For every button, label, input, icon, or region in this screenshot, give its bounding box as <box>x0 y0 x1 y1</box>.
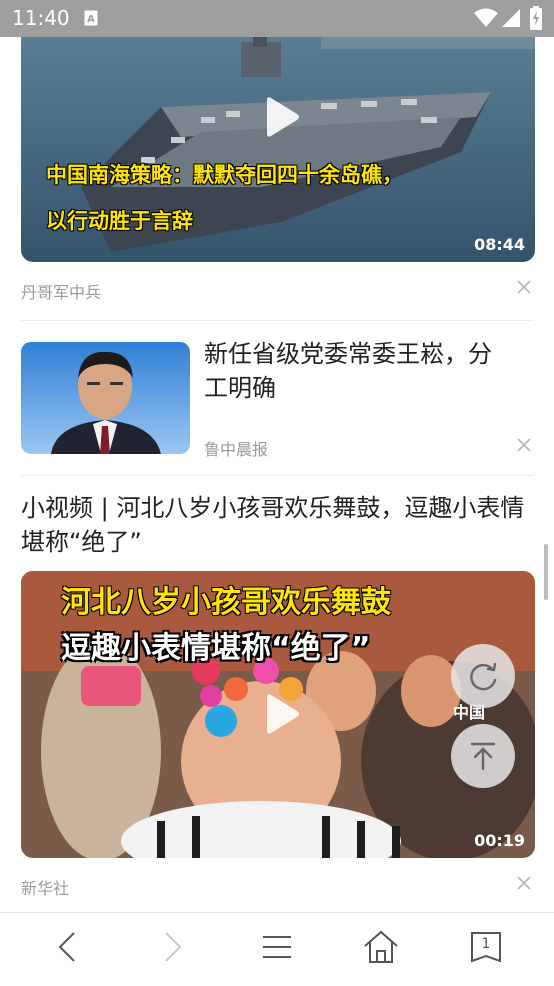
home-icon[interactable] <box>361 927 401 967</box>
back-to-top-button[interactable] <box>451 724 515 788</box>
back-to-top-icon <box>470 742 496 771</box>
menu-icon[interactable] <box>257 927 297 967</box>
forward-icon[interactable] <box>152 927 192 967</box>
tab-count: 1 <box>481 936 491 952</box>
video-title[interactable]: 小视频 | 河北八岁小孩哥欢乐舞鼓，逗趣小表情堪称“绝了” <box>21 491 531 559</box>
source-label: 丹哥军中兵 <box>21 283 102 302</box>
scrollbar-thumb[interactable] <box>544 544 548 600</box>
video-overlay-line-2: 以行动胜于言辞 <box>46 209 193 233</box>
play-icon[interactable] <box>253 92 303 142</box>
video-card-drum[interactable]: 河北八岁小孩哥欢乐舞鼓 逗趣小表情堪称“绝了” 中国 00:19 <box>21 571 535 858</box>
signal-icon <box>502 9 520 27</box>
video-duration: 00:19 <box>474 831 525 850</box>
close-icon[interactable] <box>517 438 531 452</box>
play-icon[interactable] <box>253 689 303 739</box>
video-card-carrier[interactable]: 中国南海策略：默默夺回四十余岛礁， 以行动胜于言辞 08:44 <box>21 37 535 262</box>
divider <box>21 475 534 476</box>
source-label: 鲁中晨报 <box>204 440 269 459</box>
portrait-image <box>21 342 190 454</box>
video-overlay-line-2: 逗趣小表情堪称“绝了” <box>61 631 371 666</box>
article-title[interactable]: 新任省级党委常委王崧，分工明确 <box>204 337 504 405</box>
video-overlay-line-1: 河北八岁小孩哥欢乐舞鼓 <box>61 585 391 620</box>
wifi-icon <box>474 8 498 27</box>
bottom-navigation: 1 <box>0 912 554 986</box>
tabs-button[interactable]: 1 <box>466 927 506 967</box>
video-overlay-line-1: 中国南海策略：默默夺回四十余岛礁， <box>46 163 403 187</box>
source-label: 新华社 <box>21 879 70 898</box>
article-thumbnail[interactable] <box>21 342 190 454</box>
status-bar: 11:40 A <box>0 0 554 37</box>
refresh-button[interactable] <box>451 644 515 708</box>
battery-icon <box>530 6 542 30</box>
close-icon[interactable] <box>517 876 531 890</box>
svg-text:A: A <box>87 14 95 25</box>
a-notification-icon: A <box>84 10 98 26</box>
status-time: 11:40 <box>12 6 70 30</box>
video-duration: 08:44 <box>474 235 525 254</box>
refresh-icon <box>470 662 497 691</box>
divider <box>21 320 534 321</box>
close-icon[interactable] <box>517 280 531 294</box>
back-icon[interactable] <box>48 927 88 967</box>
